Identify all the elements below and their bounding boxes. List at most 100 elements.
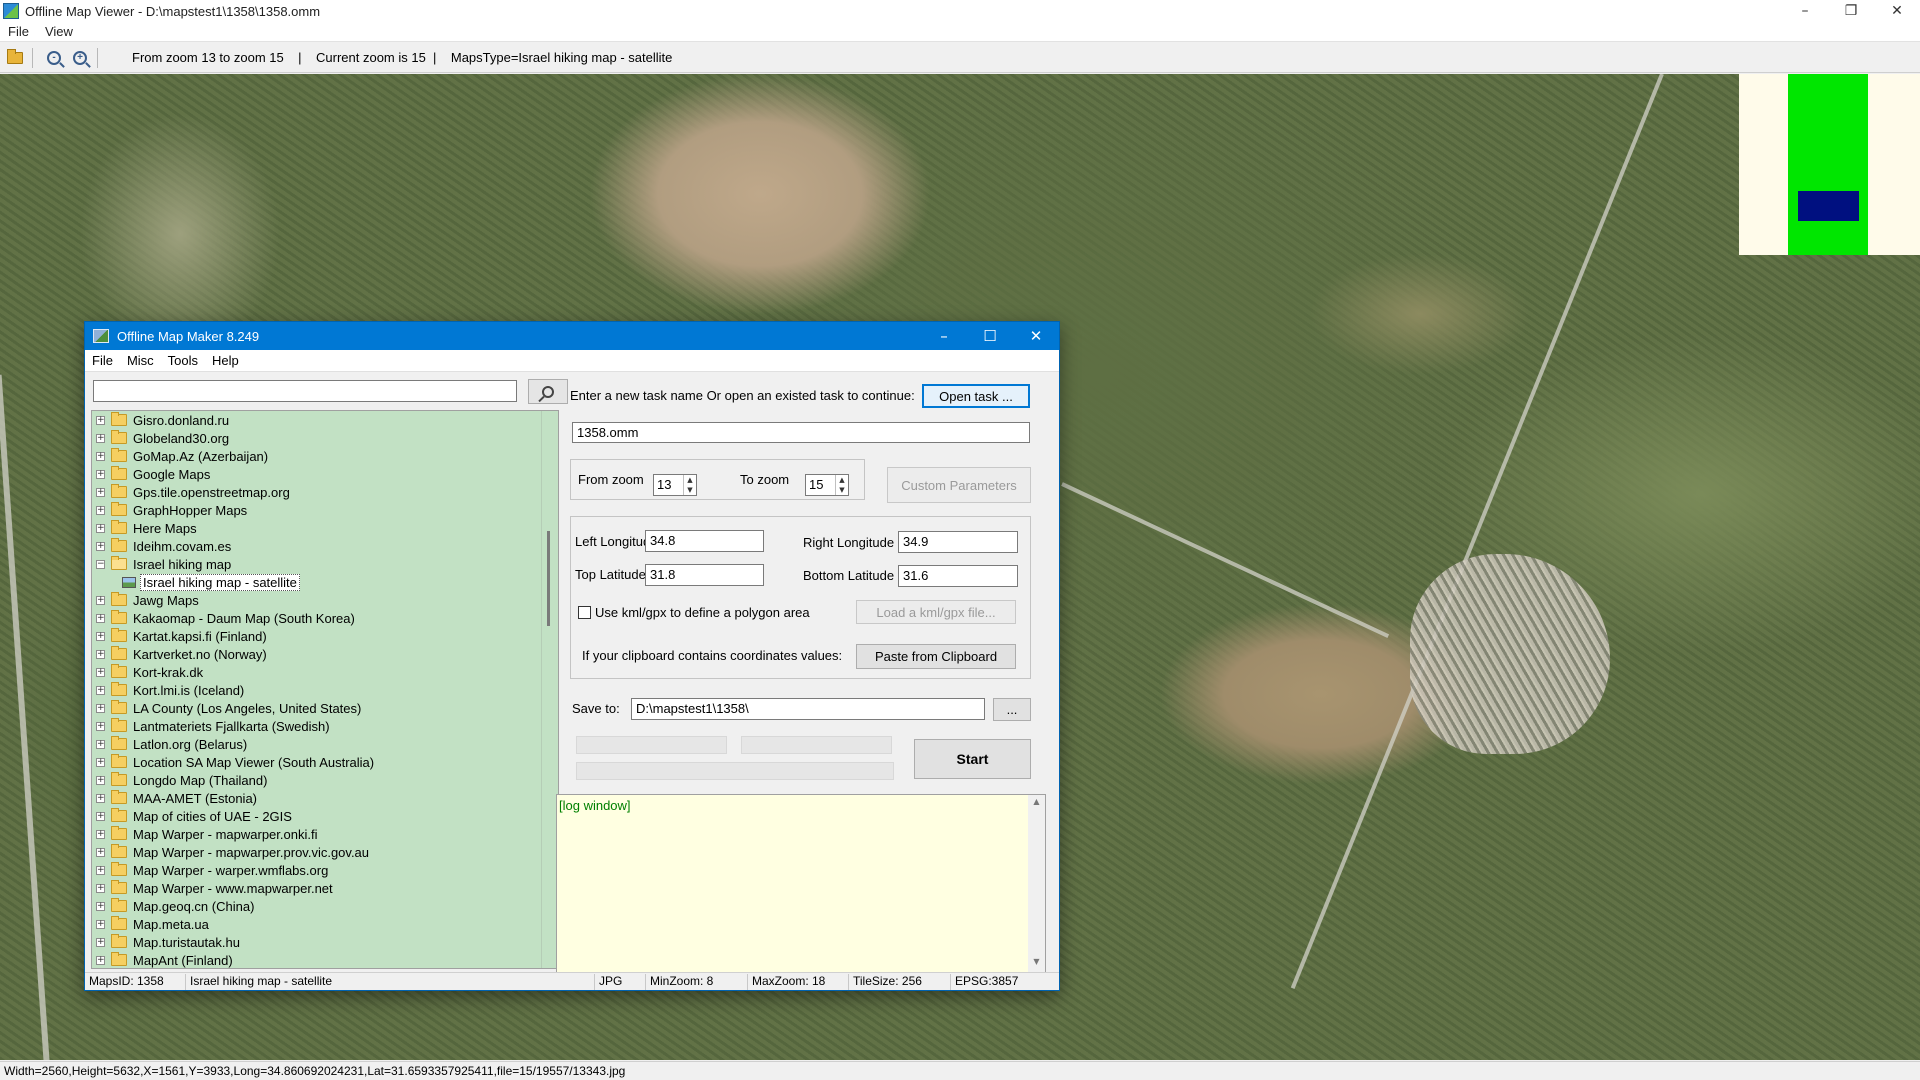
menu-tools[interactable]: Tools — [161, 353, 205, 368]
tree-folder-item[interactable]: + Kakaomap - Daum Map (South Korea) — [92, 609, 558, 627]
expand-icon[interactable]: + — [96, 523, 105, 533]
log-window[interactable]: [log window] ▲ ▼ — [556, 794, 1046, 974]
tree-folder-item[interactable]: + Here Maps — [92, 519, 558, 537]
menu-misc[interactable]: Misc — [120, 353, 161, 368]
use-kml-label[interactable]: Use kml/gpx to define a polygon area — [595, 605, 810, 620]
expand-icon[interactable]: + — [96, 937, 105, 947]
tree-folder-item[interactable]: + Kort-krak.dk — [92, 663, 558, 681]
expand-icon[interactable]: + — [96, 793, 105, 803]
maximize-icon[interactable]: ☐ — [967, 322, 1013, 350]
expand-icon[interactable]: + — [96, 667, 105, 677]
tree-folder-item[interactable]: + Lantmateriets Fjallkarta (Swedish) — [92, 717, 558, 735]
tree-folder-item[interactable]: + Google Maps — [92, 465, 558, 483]
tree-folder-item[interactable]: + Map Warper - warper.wmflabs.org — [92, 861, 558, 879]
paste-from-clipboard-button[interactable]: Paste from Clipboard — [856, 644, 1016, 669]
menu-file[interactable]: File — [0, 24, 37, 39]
tree-folder-item[interactable]: + GraphHopper Maps — [92, 501, 558, 519]
start-button[interactable]: Start — [914, 739, 1031, 779]
log-scrollbar[interactable]: ▲ ▼ — [1028, 795, 1045, 973]
tree-folder-item[interactable]: + MAA-AMET (Estonia) — [92, 789, 558, 807]
close-icon[interactable]: ✕ — [1013, 322, 1059, 350]
expand-icon[interactable]: + — [96, 703, 105, 713]
save-to-input[interactable]: D:\mapstest1\1358\ — [631, 698, 985, 720]
load-kml-button[interactable]: Load a kml/gpx file... — [856, 600, 1016, 624]
tree-folder-item[interactable]: + Location SA Map Viewer (South Australia… — [92, 753, 558, 771]
top-latitude-input[interactable]: 31.8 — [645, 564, 764, 586]
tree-folder-item[interactable]: + Globeland30.org — [92, 429, 558, 447]
tree-folder-item[interactable]: + Gps.tile.openstreetmap.org — [92, 483, 558, 501]
close-icon[interactable]: ✕ — [1874, 0, 1920, 22]
tree-folder-item[interactable]: + Latlon.org (Belarus) — [92, 735, 558, 753]
to-zoom-stepper[interactable]: 15 ▲ ▼ — [805, 474, 849, 496]
map-search-input[interactable] — [93, 380, 517, 402]
expand-icon[interactable]: + — [96, 901, 105, 911]
tree-leaf-item[interactable]: Israel hiking map - satellite — [92, 573, 558, 591]
from-zoom-stepper[interactable]: 13 ▲ ▼ — [653, 474, 697, 496]
expand-icon[interactable]: + — [96, 883, 105, 893]
tree-folder-item[interactable]: + Map Warper - www.mapwarper.net — [92, 879, 558, 897]
browse-button[interactable]: ... — [993, 698, 1031, 721]
restore-icon[interactable]: ❐ — [1828, 0, 1874, 22]
custom-parameters-button[interactable]: Custom Parameters — [887, 467, 1031, 503]
expand-icon[interactable]: + — [96, 757, 105, 767]
tree-folder-item[interactable]: + GoMap.Az (Azerbaijan) — [92, 447, 558, 465]
tree-folder-item[interactable]: + Map.geoq.cn (China) — [92, 897, 558, 915]
expand-icon[interactable]: + — [96, 487, 105, 497]
minimize-icon[interactable]: – — [921, 322, 967, 350]
open-task-button[interactable]: Open task ... — [922, 384, 1030, 408]
dialog-titlebar[interactable]: Offline Map Maker 8.249 – ☐ ✕ — [85, 322, 1059, 350]
map-source-tree[interactable]: + Gisro.donland.ru + Globeland30.org + GoMap.… — [91, 410, 559, 969]
task-name-input[interactable]: 1358.omm — [572, 422, 1030, 443]
collapse-icon[interactable]: − — [96, 559, 105, 569]
expand-icon[interactable]: + — [96, 541, 105, 551]
expand-icon[interactable]: + — [96, 775, 105, 785]
expand-icon[interactable]: + — [96, 811, 105, 821]
expand-icon[interactable]: + — [96, 847, 105, 857]
open-folder-button[interactable] — [4, 47, 26, 69]
spin-arrows-icon[interactable]: ▲ ▼ — [683, 475, 696, 495]
expand-icon[interactable]: + — [96, 505, 105, 515]
expand-icon[interactable]: + — [96, 469, 105, 479]
spin-arrows-icon[interactable]: ▲ ▼ — [835, 475, 848, 495]
bottom-latitude-input[interactable]: 31.6 — [898, 565, 1018, 587]
expand-icon[interactable]: + — [96, 613, 105, 623]
tree-folder-item[interactable]: + Kartverket.no (Norway) — [92, 645, 558, 663]
menu-file[interactable]: File — [85, 353, 120, 368]
zoom-in-button[interactable]: + — [69, 47, 91, 69]
scroll-up-icon[interactable]: ▲ — [1028, 797, 1045, 811]
expand-icon[interactable]: + — [96, 739, 105, 749]
expand-icon[interactable]: + — [96, 631, 105, 641]
search-button[interactable] — [528, 379, 568, 404]
use-kml-checkbox[interactable] — [578, 606, 591, 619]
menu-view[interactable]: View — [37, 24, 81, 39]
tree-folder-item[interactable]: − Israel hiking map — [92, 555, 558, 573]
scrollbar-thumb[interactable] — [547, 531, 550, 626]
tree-folder-item[interactable]: + Map.turistautak.hu — [92, 933, 558, 951]
tree-folder-item[interactable]: + MapAnt (Finland) — [92, 951, 558, 968]
tree-folder-item[interactable]: + Map Warper - mapwarper.onki.fi — [92, 825, 558, 843]
tree-folder-item[interactable]: + Kartat.kapsi.fi (Finland) — [92, 627, 558, 645]
tree-folder-item[interactable]: + Map of cities of UAE - 2GIS — [92, 807, 558, 825]
expand-icon[interactable]: + — [96, 919, 105, 929]
minimap-viewport[interactable] — [1798, 191, 1859, 221]
expand-icon[interactable]: + — [96, 451, 105, 461]
expand-icon[interactable]: + — [96, 433, 105, 443]
expand-icon[interactable]: + — [96, 685, 105, 695]
tree-folder-item[interactable]: + Jawg Maps — [92, 591, 558, 609]
tree-folder-item[interactable]: + Map Warper - mapwarper.prov.vic.gov.au — [92, 843, 558, 861]
tree-folder-item[interactable]: + LA County (Los Angeles, United States) — [92, 699, 558, 717]
tree-folder-item[interactable]: + Gisro.donland.ru — [92, 411, 558, 429]
menu-help[interactable]: Help — [205, 353, 246, 368]
expand-icon[interactable]: + — [96, 649, 105, 659]
tree-folder-item[interactable]: + Ideihm.covam.es — [92, 537, 558, 555]
right-longitude-input[interactable]: 34.9 — [898, 531, 1018, 553]
expand-icon[interactable]: + — [96, 829, 105, 839]
expand-icon[interactable]: + — [96, 955, 105, 965]
tree-folder-item[interactable]: + Kort.lmi.is (Iceland) — [92, 681, 558, 699]
zoom-out-button[interactable]: - — [43, 47, 65, 69]
tree-folder-item[interactable]: + Map.meta.ua — [92, 915, 558, 933]
expand-icon[interactable]: + — [96, 595, 105, 605]
left-longitude-input[interactable]: 34.8 — [645, 530, 764, 552]
expand-icon[interactable]: + — [96, 721, 105, 731]
expand-icon[interactable]: + — [96, 865, 105, 875]
